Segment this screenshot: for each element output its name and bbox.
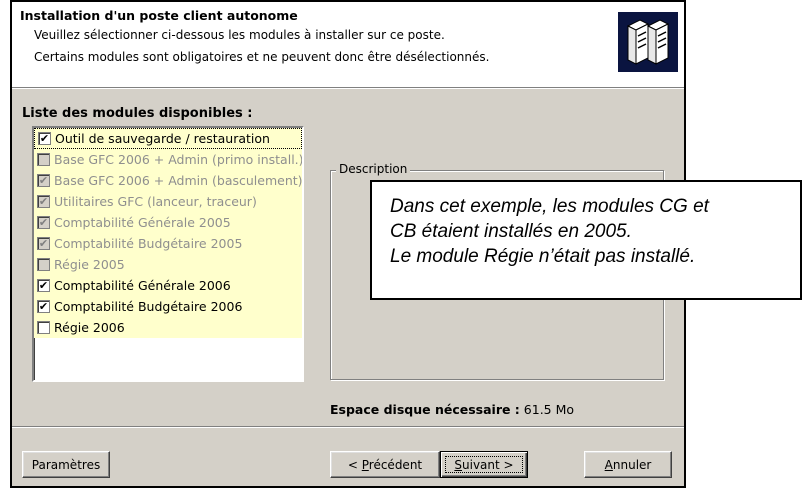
module-label: Outil de sauvegarde / restauration: [55, 130, 270, 146]
module-checkbox: [37, 195, 50, 208]
disk-space-info: Espace disque nécessaire : 61.5 Mo: [330, 402, 574, 417]
description-label: Description: [336, 162, 411, 176]
module-checkbox[interactable]: [38, 132, 51, 145]
module-item: Comptabilité Budgétaire 2005: [34, 233, 302, 254]
disk-space-value: 61.5 Mo: [523, 402, 575, 417]
module-label: Comptabilité Générale 2006: [54, 277, 231, 293]
page-title: Installation d'un poste client autonome: [20, 8, 298, 23]
modules-listbox[interactable]: Outil de sauvegarde / restauration Base G…: [32, 126, 304, 382]
module-item: Régie 2005: [34, 254, 302, 275]
header-instruction-1: Veuillez sélectionner ci-dessous les mod…: [34, 28, 445, 42]
module-checkbox: [37, 258, 50, 271]
cancel-button-label: nnuler: [612, 457, 652, 472]
module-label: Comptabilité Budgétaire 2005: [54, 235, 243, 251]
callout-line-2: CB étaient installés en 2005.: [390, 221, 632, 242]
module-item: Base GFC 2006 + Admin (primo install.): [34, 149, 302, 170]
module-checkbox[interactable]: [37, 279, 50, 292]
module-item[interactable]: Comptabilité Générale 2006: [34, 275, 302, 296]
module-item: Utilitaires GFC (lanceur, traceur): [34, 191, 302, 212]
module-item: Base GFC 2006 + Admin (basculement): [34, 170, 302, 191]
module-checkbox[interactable]: [37, 321, 50, 334]
cancel-button[interactable]: Annuler: [584, 451, 672, 478]
server-icon: [618, 12, 678, 72]
module-checkbox: [37, 153, 50, 166]
module-item[interactable]: Outil de sauvegarde / restauration: [34, 128, 302, 149]
callout-line-3: Le module Régie n’était pas installé.: [390, 246, 696, 267]
focus-rectangle: [445, 456, 523, 473]
module-checkbox[interactable]: [37, 300, 50, 313]
cancel-button-mnemonic: A: [604, 457, 613, 472]
disk-space-label: Espace disque nécessaire :: [330, 402, 520, 417]
module-checkbox: [37, 174, 50, 187]
module-label: Utilitaires GFC (lanceur, traceur): [54, 193, 257, 209]
module-label: Comptabilité Budgétaire 2006: [54, 298, 243, 314]
footer-divider: [12, 426, 684, 428]
module-label: Régie 2005: [54, 256, 125, 272]
modules-list-items: Outil de sauvegarde / restauration Base G…: [34, 128, 302, 338]
header-divider: [12, 88, 684, 89]
params-button[interactable]: Paramètres: [22, 451, 110, 478]
callout-line-1: Dans cet exemple, les modules CG et: [390, 196, 709, 217]
module-label: Base GFC 2006 + Admin (basculement): [54, 172, 303, 188]
annotation-callout: Dans cet exemple, les modules CG et CB é…: [370, 180, 802, 300]
module-label: Base GFC 2006 + Admin (primo install.): [54, 151, 304, 167]
header-instruction-2: Certains modules sont obligatoires et ne…: [34, 50, 490, 64]
module-item: Comptabilité Générale 2005: [34, 212, 302, 233]
previous-button[interactable]: < Précédent: [330, 451, 440, 478]
module-checkbox: [37, 216, 50, 229]
module-label: Régie 2006: [54, 319, 125, 335]
module-item[interactable]: Comptabilité Budgétaire 2006: [34, 296, 302, 317]
next-button[interactable]: Suivant >: [440, 451, 528, 478]
previous-button-label: récédent: [368, 457, 423, 472]
wizard-header: Installation d'un poste client autonome …: [12, 2, 684, 88]
module-label: Comptabilité Générale 2005: [54, 214, 231, 230]
module-item[interactable]: Régie 2006: [34, 317, 302, 338]
params-button-label: Paramètres: [31, 457, 101, 472]
module-checkbox: [37, 237, 50, 250]
previous-button-prefix: <: [347, 457, 362, 472]
modules-list-label: Liste des modules disponibles :: [22, 106, 253, 121]
previous-button-mnemonic: P: [361, 457, 369, 472]
